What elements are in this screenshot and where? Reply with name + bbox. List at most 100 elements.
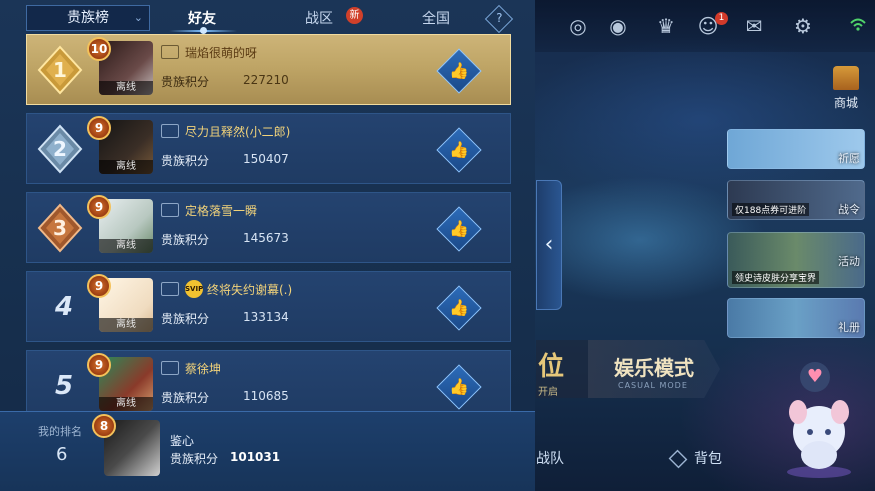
player-name: 终将失约谢幕(.) bbox=[207, 283, 293, 297]
shop-label: 商城 bbox=[833, 96, 858, 110]
score-value: 227210 bbox=[243, 73, 289, 87]
card-event-sub: 领史诗皮肤分享宝界 bbox=[732, 271, 820, 284]
player-name: 定格落雪一瞬 bbox=[185, 204, 258, 218]
friends-badge: 1 bbox=[715, 12, 728, 25]
top-bar: ◎ ◉ ♛ ☺ 1 ✉ ⚙ bbox=[535, 0, 875, 52]
like-button[interactable]: 👍 bbox=[436, 364, 482, 410]
chevron-left-icon: ‹ bbox=[544, 232, 554, 257]
nobility-icon bbox=[161, 282, 179, 296]
score-label: 贵族积分 bbox=[161, 312, 210, 326]
shop-icon bbox=[833, 66, 859, 90]
chevron-down-icon: ⌄ bbox=[133, 11, 143, 24]
bag-label: 背包 bbox=[694, 451, 722, 467]
score-label: 贵族积分 bbox=[161, 75, 210, 89]
rank-bronze-badge-icon: 3 bbox=[37, 203, 83, 253]
active-tab-dot bbox=[200, 27, 207, 34]
nobility-icon bbox=[161, 203, 179, 217]
rank-gold-badge-icon: 1 bbox=[37, 45, 83, 95]
target-icon[interactable]: ◎ bbox=[565, 14, 591, 38]
leaderboard-panel: 贵族榜 ⌄ 好友 战区 新 全国 ? 1 离线 10 瑞焰很萌的呀 贵族积分 2… bbox=[0, 0, 535, 491]
leaderboard-row[interactable]: 3 离线 9 定格落雪一瞬 贵族积分 145673 👍 bbox=[26, 192, 511, 263]
team-button[interactable]: 战队 bbox=[536, 448, 564, 468]
offline-status: 离线 bbox=[99, 81, 153, 95]
level-badge: 9 bbox=[87, 195, 111, 219]
level-badge: 10 bbox=[87, 37, 111, 61]
thumbs-up-icon: 👍 bbox=[449, 377, 470, 397]
my-rank-label: 我的排名 bbox=[38, 425, 82, 438]
ranked-mode-button[interactable]: 位 开启 bbox=[536, 340, 588, 398]
offline-status: 离线 bbox=[99, 397, 153, 411]
card-battlepass-sub: 仅188点券可进阶 bbox=[732, 203, 810, 216]
rank-silver-badge-icon: 2 bbox=[37, 124, 83, 174]
my-score-value: 101031 bbox=[230, 450, 281, 464]
score-label: 贵族积分 bbox=[161, 233, 210, 247]
like-button[interactable]: 👍 bbox=[436, 206, 482, 252]
thumbs-up-icon: 👍 bbox=[449, 140, 470, 160]
score-value: 145673 bbox=[243, 231, 289, 245]
player-name: 蔡徐坤 bbox=[185, 362, 222, 376]
level-badge: 9 bbox=[87, 353, 111, 377]
tab-battle-zone[interactable]: 战区 bbox=[305, 8, 333, 28]
rank-number: 4 bbox=[54, 292, 74, 322]
collapse-panel-button[interactable]: ‹ bbox=[536, 180, 562, 310]
card-battlepass[interactable]: 仅188点券可进阶 战令 bbox=[727, 180, 865, 220]
like-button[interactable]: 👍 bbox=[436, 127, 482, 173]
tab-national[interactable]: 全国 bbox=[422, 8, 450, 28]
card-wish-label: 祈愿 bbox=[838, 152, 860, 165]
score-value: 110685 bbox=[243, 389, 289, 403]
my-rank-bar: 我的排名 6 8 鉴心 贵族积分 101031 bbox=[0, 411, 535, 491]
leaderboard-row[interactable]: 1 离线 10 瑞焰很萌的呀 贵族积分 227210 👍 bbox=[26, 34, 511, 105]
team-label: 战队 bbox=[536, 451, 564, 467]
score-value: 133134 bbox=[243, 310, 289, 324]
card-event-label: 活动 bbox=[838, 255, 860, 268]
my-rank-number: 6 bbox=[56, 444, 68, 465]
help-icon[interactable]: ? bbox=[484, 4, 514, 34]
svip-crown-icon: SVIP bbox=[185, 280, 203, 298]
eye-icon[interactable]: ◉ bbox=[605, 14, 631, 38]
score-label: 贵族积分 bbox=[161, 391, 210, 405]
leaderboard-row[interactable]: 2 离线 9 尽力且释然(小二郎) 贵族积分 150407 👍 bbox=[26, 113, 511, 184]
nobility-icon bbox=[161, 45, 179, 59]
trophy-icon[interactable]: ♛ bbox=[653, 14, 679, 38]
leaderboard-row[interactable]: 4 离线 9 SVIP 终将失约谢幕(.) 贵族积分 133134 👍 bbox=[26, 271, 511, 342]
card-wish[interactable]: 祈愿 bbox=[727, 129, 865, 169]
offline-status: 离线 bbox=[99, 239, 153, 253]
offline-status: 离线 bbox=[99, 318, 153, 332]
thumbs-up-icon: 👍 bbox=[449, 61, 470, 81]
player-name: 尽力且释然(小二郎) bbox=[185, 125, 291, 139]
nobility-icon bbox=[161, 361, 179, 375]
my-player-name: 鉴心 bbox=[170, 434, 195, 448]
leaderboard-type-dropdown[interactable]: 贵族榜 ⌄ bbox=[26, 5, 150, 31]
like-button[interactable]: 👍 bbox=[436, 285, 482, 331]
card-battlepass-label: 战令 bbox=[838, 203, 860, 216]
level-badge: 9 bbox=[87, 116, 111, 140]
rank-number: 5 bbox=[54, 371, 74, 401]
casual-mode-label: 娱乐模式 bbox=[614, 356, 694, 380]
bag-icon bbox=[668, 449, 688, 469]
my-score-label: 贵族积分 bbox=[170, 452, 219, 466]
card-event[interactable]: 领史诗皮肤分享宝界 活动 bbox=[727, 232, 865, 288]
casual-mode-button[interactable]: 娱乐模式 CASUAL MODE bbox=[588, 340, 720, 398]
like-button[interactable]: 👍 bbox=[436, 48, 482, 94]
new-badge: 新 bbox=[346, 7, 363, 24]
gear-icon[interactable]: ⚙ bbox=[790, 14, 816, 38]
nobility-icon bbox=[161, 124, 179, 138]
thumbs-up-icon: 👍 bbox=[449, 219, 470, 239]
mail-icon[interactable]: ✉ bbox=[741, 14, 767, 38]
shop-button[interactable]: 商城 bbox=[826, 66, 866, 114]
card-giftbook[interactable]: 礼册 bbox=[727, 298, 865, 338]
heart-icon[interactable]: ♥ bbox=[800, 362, 830, 392]
svg-text:2: 2 bbox=[53, 137, 67, 161]
svg-text:1: 1 bbox=[53, 58, 67, 82]
casual-mode-sub: CASUAL MODE bbox=[618, 381, 688, 390]
ranked-mode-sub: 开启 bbox=[538, 387, 558, 398]
wifi-icon bbox=[850, 18, 866, 31]
offline-status: 离线 bbox=[99, 160, 153, 174]
player-name: 瑞焰很萌的呀 bbox=[185, 46, 258, 60]
dropdown-label: 贵族榜 bbox=[67, 10, 109, 26]
bag-button[interactable]: 背包 bbox=[668, 448, 722, 469]
level-badge: 9 bbox=[87, 274, 111, 298]
thumbs-up-icon: 👍 bbox=[449, 298, 470, 318]
tab-friends[interactable]: 好友 bbox=[188, 8, 216, 28]
score-label: 贵族积分 bbox=[161, 154, 210, 168]
